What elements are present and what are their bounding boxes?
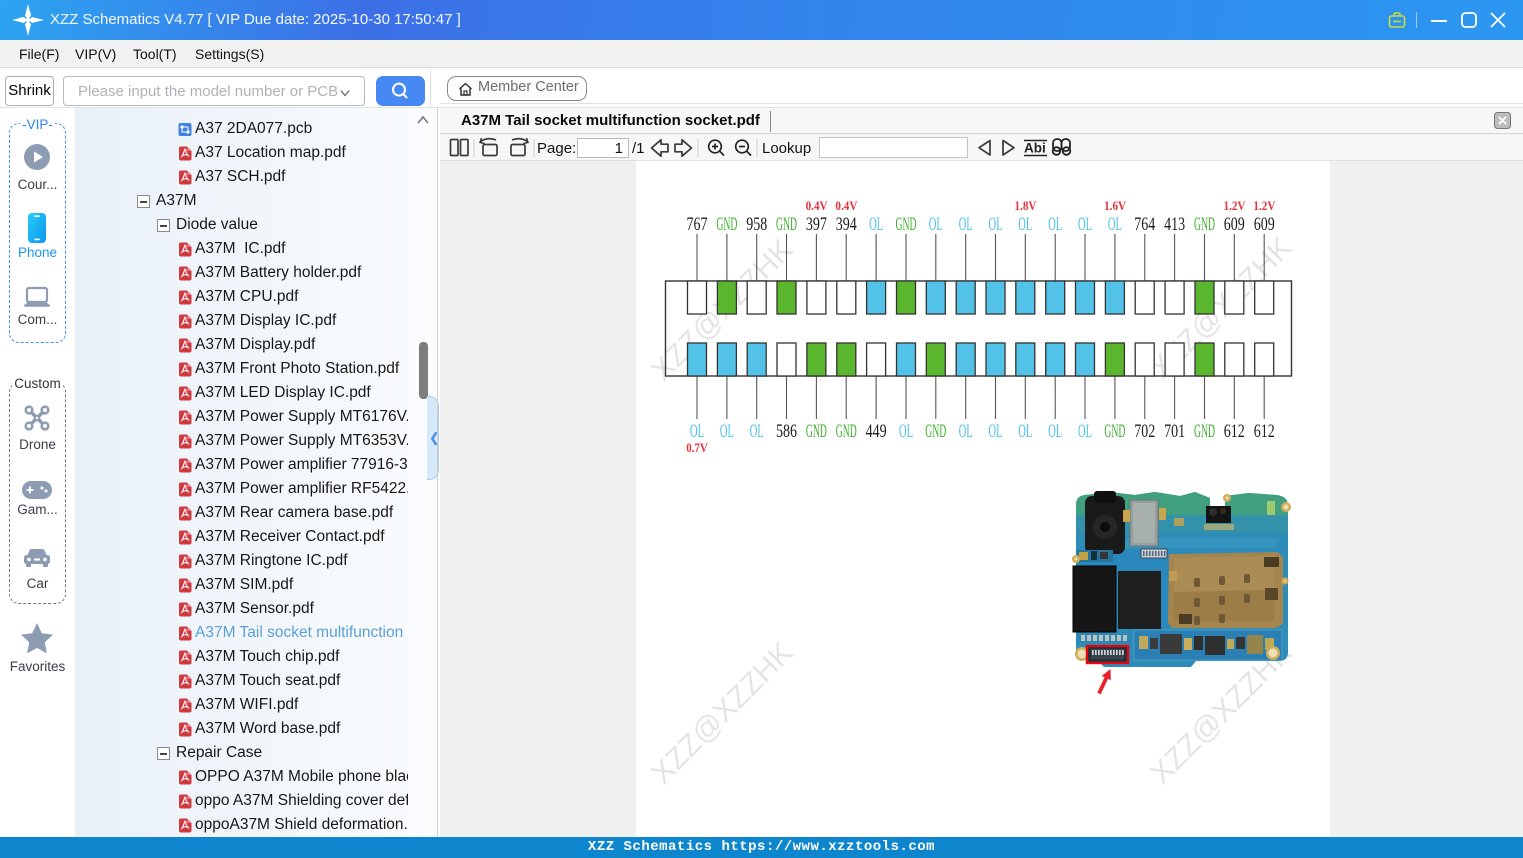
svg-text:767: 767: [687, 215, 708, 235]
svg-text:OL: OL: [1048, 422, 1062, 442]
svg-text:0.4V: 0.4V: [835, 199, 858, 213]
svg-text:OL: OL: [929, 215, 943, 235]
svg-text:GND: GND: [806, 422, 827, 442]
svg-text:GND: GND: [776, 215, 797, 235]
svg-text:OL: OL: [1078, 215, 1092, 235]
svg-text:GND: GND: [1104, 422, 1125, 442]
svg-text:OL: OL: [750, 422, 764, 442]
svg-text:OL: OL: [1108, 215, 1122, 235]
svg-text:1: 1: [615, 140, 623, 157]
svg-text:OL: OL: [899, 422, 913, 442]
svg-text:OL: OL: [989, 215, 1003, 235]
svg-text:449: 449: [866, 422, 887, 442]
svg-text:OL: OL: [989, 422, 1003, 442]
svg-text:OL: OL: [959, 215, 973, 235]
svg-text:1.6V: 1.6V: [1104, 199, 1127, 213]
svg-text:0.7V: 0.7V: [686, 441, 708, 455]
svg-text:GND: GND: [1194, 215, 1215, 235]
svg-text:586: 586: [776, 422, 797, 442]
svg-text:702: 702: [1134, 422, 1155, 442]
svg-text:609: 609: [1224, 215, 1245, 235]
svg-text:1.2V: 1.2V: [1253, 199, 1276, 213]
svg-text:GND: GND: [1194, 422, 1215, 442]
svg-text:1.2V: 1.2V: [1224, 199, 1247, 213]
svg-text:394: 394: [836, 215, 857, 235]
svg-text:1.8V: 1.8V: [1015, 199, 1038, 213]
svg-text:XZZ@XZZHK: XZZ@XZZHK: [645, 636, 799, 790]
svg-text:OL: OL: [959, 422, 973, 442]
svg-text:0.4V: 0.4V: [806, 199, 829, 213]
svg-text:Lookup: Lookup: [762, 140, 811, 157]
svg-text:OL: OL: [869, 215, 883, 235]
svg-text:397: 397: [806, 215, 827, 235]
svg-text:GND: GND: [716, 215, 737, 235]
svg-text:/1: /1: [632, 140, 645, 157]
svg-text:Abi: Abi: [1024, 141, 1046, 156]
svg-text:609: 609: [1254, 215, 1275, 235]
svg-text:612: 612: [1254, 422, 1275, 442]
svg-text:GND: GND: [925, 422, 946, 442]
svg-text:OL: OL: [690, 422, 704, 442]
svg-text:GND: GND: [836, 422, 857, 442]
svg-text:OL: OL: [1048, 215, 1062, 235]
svg-text:GND: GND: [896, 215, 917, 235]
svg-text:Page:: Page:: [537, 140, 576, 157]
svg-text:OL: OL: [1078, 422, 1092, 442]
svg-text:701: 701: [1164, 422, 1185, 442]
svg-text:413: 413: [1164, 215, 1185, 235]
svg-text:764: 764: [1134, 215, 1155, 235]
svg-text:612: 612: [1224, 422, 1245, 442]
svg-text:OL: OL: [1018, 422, 1032, 442]
svg-text:OL: OL: [720, 422, 734, 442]
svg-text:OL: OL: [1018, 215, 1032, 235]
svg-text:958: 958: [746, 215, 767, 235]
